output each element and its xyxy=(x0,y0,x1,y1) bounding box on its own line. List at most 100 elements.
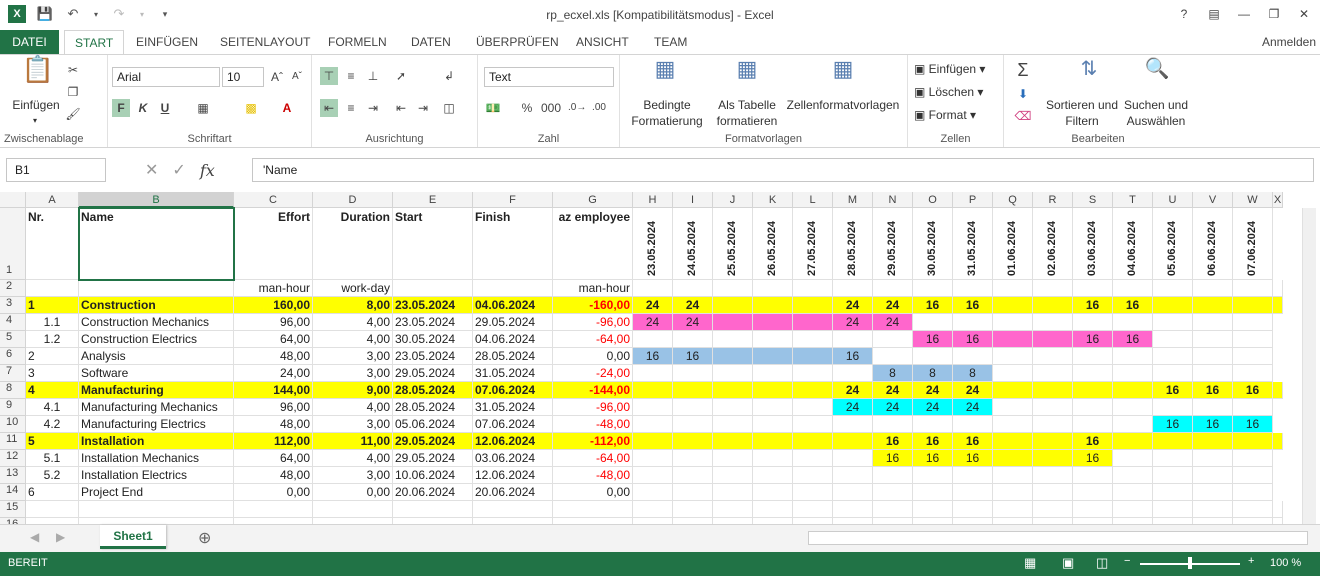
gantt-cell[interactable] xyxy=(1193,450,1233,467)
gantt-cell[interactable] xyxy=(793,399,833,416)
task-number[interactable]: 6 xyxy=(26,484,79,501)
worksheet-grid[interactable]: A B C D E F G H I J K L M N O P Q R S T U V W X 1 2 3 4 5 6 7 8 9 10 11 12 1… xyxy=(0,192,1320,524)
row-header[interactable]: 6 xyxy=(0,348,26,365)
task-number[interactable]: 4.2 xyxy=(26,416,79,433)
gantt-cell[interactable] xyxy=(793,314,833,331)
empty-cell[interactable] xyxy=(1273,501,1283,518)
tab-einfuegen[interactable]: EINFÜGEN xyxy=(126,30,208,54)
formula-input[interactable]: 'Name xyxy=(252,158,1314,182)
duration-cell[interactable]: 4,00 xyxy=(313,331,393,348)
finish-cell[interactable]: 28.05.2024 xyxy=(473,348,553,365)
find-select-icon[interactable]: 🔍 xyxy=(1142,59,1172,93)
restore-icon[interactable]: ❐ xyxy=(1262,4,1286,24)
gantt-cell[interactable] xyxy=(1073,416,1113,433)
employee-cell[interactable]: -48,00 xyxy=(553,416,633,433)
empty-cell[interactable] xyxy=(473,501,553,518)
gantt-cell[interactable] xyxy=(833,433,873,450)
task-name[interactable]: Installation Mechanics xyxy=(79,450,234,467)
gantt-cell[interactable]: 16 xyxy=(873,433,913,450)
gantt-cell[interactable] xyxy=(673,416,713,433)
gantt-cell[interactable] xyxy=(1113,314,1153,331)
duration-cell[interactable]: 8,00 xyxy=(313,297,393,314)
gantt-cell[interactable] xyxy=(713,416,753,433)
column-header-R[interactable]: R xyxy=(1033,192,1073,208)
gantt-cell[interactable] xyxy=(753,399,793,416)
gantt-cell[interactable] xyxy=(953,348,993,365)
gantt-cell[interactable] xyxy=(633,365,673,382)
gantt-cell[interactable]: 16 xyxy=(833,348,873,365)
gantt-cell[interactable] xyxy=(1153,297,1193,314)
finish-cell[interactable]: 12.06.2024 xyxy=(473,433,553,450)
gantt-cell[interactable] xyxy=(1033,416,1073,433)
header-effort[interactable]: Effort xyxy=(234,208,313,280)
gantt-cell[interactable] xyxy=(713,382,753,399)
thousands-button[interactable]: 000 xyxy=(538,99,564,117)
effort-cell[interactable]: 96,00 xyxy=(234,314,313,331)
gantt-cell[interactable] xyxy=(713,314,753,331)
zoom-out-icon[interactable]: − xyxy=(1124,555,1130,567)
conditional-formatting-button[interactable]: Bedingte Formatierung xyxy=(622,97,712,129)
finish-cell[interactable]: 03.06.2024 xyxy=(473,450,553,467)
gantt-cell[interactable] xyxy=(633,450,673,467)
gantt-cell[interactable]: 24 xyxy=(913,382,953,399)
gantt-cell[interactable] xyxy=(993,382,1033,399)
gantt-cell[interactable] xyxy=(1153,467,1193,484)
empty-cell[interactable] xyxy=(313,501,393,518)
gantt-cell[interactable] xyxy=(1113,416,1153,433)
gantt-cell[interactable] xyxy=(713,467,753,484)
close-icon[interactable]: ✕ xyxy=(1292,4,1316,24)
duration-cell[interactable]: 3,00 xyxy=(313,416,393,433)
task-number[interactable]: 2 xyxy=(26,348,79,365)
cell-styles-icon[interactable]: ▦ xyxy=(828,58,858,93)
gantt-cell[interactable] xyxy=(1193,399,1233,416)
gantt-cell[interactable] xyxy=(1233,348,1273,365)
empty-cell[interactable] xyxy=(873,501,913,518)
gantt-cell[interactable] xyxy=(993,433,1033,450)
gantt-cell[interactable]: 24 xyxy=(673,314,713,331)
gantt-cell[interactable] xyxy=(1113,348,1153,365)
gantt-cell[interactable]: 16 xyxy=(953,450,993,467)
tab-daten[interactable]: DATEN xyxy=(401,30,461,54)
units-cell[interactable] xyxy=(633,280,673,297)
effort-cell[interactable]: 48,00 xyxy=(234,348,313,365)
gantt-cell[interactable] xyxy=(1153,484,1193,501)
units-cell[interactable] xyxy=(1153,280,1193,297)
gantt-cell[interactable] xyxy=(1033,348,1073,365)
format-as-table-icon[interactable]: ▦ xyxy=(732,58,762,93)
gantt-cell[interactable] xyxy=(753,331,793,348)
gantt-cell[interactable] xyxy=(793,365,833,382)
gantt-cell[interactable] xyxy=(753,450,793,467)
start-cell[interactable]: 23.05.2024 xyxy=(393,314,473,331)
prev-sheet-icon[interactable]: ◀ xyxy=(30,530,39,544)
employee-cell[interactable]: -144,00 xyxy=(553,382,633,399)
employee-cell[interactable]: -64,00 xyxy=(553,450,633,467)
gantt-cell[interactable] xyxy=(873,484,913,501)
empty-cell[interactable] xyxy=(1073,501,1113,518)
empty-cell[interactable] xyxy=(753,501,793,518)
gantt-cell[interactable]: 16 xyxy=(913,331,953,348)
gantt-cell[interactable] xyxy=(793,297,833,314)
units-cell[interactable] xyxy=(1033,280,1073,297)
gantt-cell[interactable] xyxy=(1193,433,1233,450)
column-header-N[interactable]: N xyxy=(873,192,913,208)
gantt-cell[interactable] xyxy=(1033,450,1073,467)
effort-cell[interactable]: 0,00 xyxy=(234,484,313,501)
gantt-cell[interactable] xyxy=(673,467,713,484)
effort-cell[interactable]: 112,00 xyxy=(234,433,313,450)
cut-icon[interactable]: ✂ xyxy=(64,61,82,79)
gantt-cell[interactable] xyxy=(673,450,713,467)
empty-cell[interactable] xyxy=(393,501,473,518)
effort-cell[interactable]: 48,00 xyxy=(234,416,313,433)
gantt-cell[interactable] xyxy=(993,467,1033,484)
gantt-cell[interactable] xyxy=(793,348,833,365)
column-header-H[interactable]: H xyxy=(633,192,673,208)
duration-cell[interactable]: 9,00 xyxy=(313,382,393,399)
start-cell[interactable]: 20.06.2024 xyxy=(393,484,473,501)
start-cell[interactable]: 29.05.2024 xyxy=(393,450,473,467)
paste-button[interactable]: Einfügen xyxy=(10,97,62,113)
gantt-cell[interactable]: 24 xyxy=(873,314,913,331)
gantt-cell[interactable]: 16 xyxy=(1073,450,1113,467)
duration-cell[interactable]: 3,00 xyxy=(313,348,393,365)
row-header[interactable]: 14 xyxy=(0,484,26,501)
gantt-cell[interactable]: 16 xyxy=(1073,331,1113,348)
